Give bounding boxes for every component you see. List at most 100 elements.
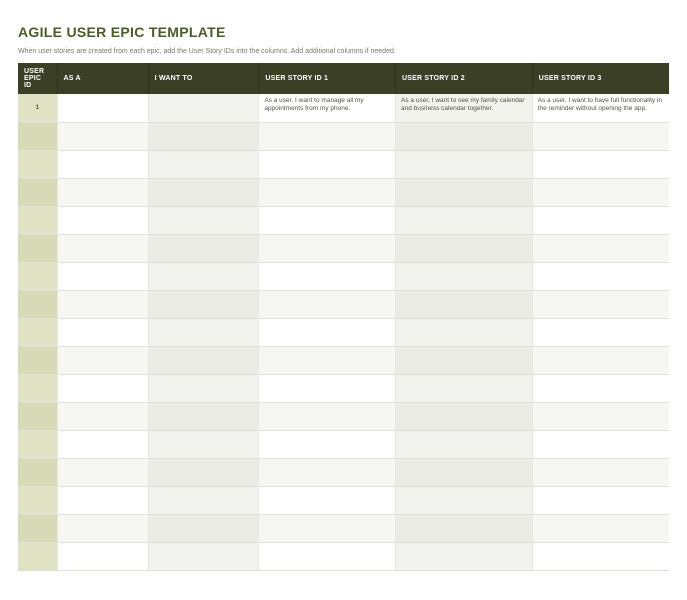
col-header-story-2: USER STORY ID 2 <box>396 63 533 94</box>
table-row <box>18 402 669 430</box>
table-row <box>18 150 669 178</box>
cell-epic-id <box>18 374 57 402</box>
cell-as-a <box>57 542 148 570</box>
table-row <box>18 542 669 570</box>
cell-as-a <box>57 374 148 402</box>
cell-story-1: As a user, I want to manage all my appoi… <box>259 94 396 122</box>
cell-epic-id <box>18 486 57 514</box>
cell-story-3 <box>532 514 669 542</box>
cell-story-1 <box>259 290 396 318</box>
cell-story-3 <box>532 234 669 262</box>
cell-story-1 <box>259 542 396 570</box>
table-row <box>18 318 669 346</box>
cell-story-2 <box>396 262 533 290</box>
cell-i-want-to <box>148 318 259 346</box>
cell-epic-id <box>18 206 57 234</box>
cell-story-3 <box>532 206 669 234</box>
cell-story-1 <box>259 514 396 542</box>
cell-as-a <box>57 178 148 206</box>
cell-as-a <box>57 318 148 346</box>
cell-story-3 <box>532 178 669 206</box>
cell-story-3 <box>532 290 669 318</box>
cell-as-a <box>57 458 148 486</box>
cell-story-3 <box>532 262 669 290</box>
table-row <box>18 122 669 150</box>
cell-epic-id <box>18 458 57 486</box>
cell-epic-id <box>18 346 57 374</box>
cell-story-2 <box>396 542 533 570</box>
cell-i-want-to <box>148 122 259 150</box>
cell-story-3 <box>532 402 669 430</box>
cell-story-2 <box>396 514 533 542</box>
cell-story-2: As a user, I want to see my family calen… <box>396 94 533 122</box>
cell-story-2 <box>396 458 533 486</box>
table-row <box>18 178 669 206</box>
cell-i-want-to <box>148 206 259 234</box>
table-row <box>18 262 669 290</box>
cell-story-2 <box>396 486 533 514</box>
cell-i-want-to <box>148 150 259 178</box>
cell-epic-id <box>18 290 57 318</box>
cell-story-1 <box>259 178 396 206</box>
cell-i-want-to <box>148 346 259 374</box>
cell-as-a <box>57 262 148 290</box>
table-row <box>18 514 669 542</box>
cell-i-want-to <box>148 290 259 318</box>
cell-story-2 <box>396 178 533 206</box>
cell-epic-id <box>18 122 57 150</box>
cell-as-a <box>57 346 148 374</box>
table-row <box>18 430 669 458</box>
cell-story-2 <box>396 402 533 430</box>
cell-as-a <box>57 430 148 458</box>
cell-story-1 <box>259 402 396 430</box>
table-header-row: USER EPIC ID AS A I WANT TO USER STORY I… <box>18 63 669 94</box>
cell-as-a <box>57 206 148 234</box>
cell-story-2 <box>396 290 533 318</box>
cell-story-1 <box>259 206 396 234</box>
cell-epic-id <box>18 402 57 430</box>
table-row <box>18 206 669 234</box>
cell-i-want-to <box>148 94 259 122</box>
cell-i-want-to <box>148 374 259 402</box>
cell-epic-id <box>18 318 57 346</box>
cell-epic-id <box>18 150 57 178</box>
cell-i-want-to <box>148 458 259 486</box>
cell-i-want-to <box>148 486 259 514</box>
cell-story-1 <box>259 150 396 178</box>
cell-story-1 <box>259 374 396 402</box>
cell-epic-id <box>18 262 57 290</box>
cell-story-3 <box>532 346 669 374</box>
cell-story-1 <box>259 430 396 458</box>
table-row <box>18 346 669 374</box>
cell-i-want-to <box>148 542 259 570</box>
cell-i-want-to <box>148 402 259 430</box>
cell-as-a <box>57 402 148 430</box>
cell-as-a <box>57 150 148 178</box>
cell-epic-id <box>18 234 57 262</box>
cell-story-3 <box>532 150 669 178</box>
cell-i-want-to <box>148 430 259 458</box>
cell-epic-id <box>18 430 57 458</box>
cell-story-1 <box>259 234 396 262</box>
col-header-i-want-to: I WANT TO <box>148 63 259 94</box>
cell-story-2 <box>396 318 533 346</box>
cell-i-want-to <box>148 514 259 542</box>
cell-story-2 <box>396 150 533 178</box>
cell-story-3 <box>532 122 669 150</box>
cell-epic-id <box>18 542 57 570</box>
cell-story-1 <box>259 458 396 486</box>
cell-i-want-to <box>148 234 259 262</box>
cell-epic-id <box>18 178 57 206</box>
cell-story-2 <box>396 346 533 374</box>
cell-epic-id: 1 <box>18 94 57 122</box>
col-header-as-a: AS A <box>57 63 148 94</box>
table-row <box>18 458 669 486</box>
cell-epic-id <box>18 514 57 542</box>
table-row <box>18 374 669 402</box>
table-row: 1 As a user, I want to manage all my appo… <box>18 94 669 122</box>
cell-story-3 <box>532 542 669 570</box>
cell-as-a <box>57 514 148 542</box>
cell-story-1 <box>259 346 396 374</box>
col-header-story-3: USER STORY ID 3 <box>532 63 669 94</box>
table-row <box>18 234 669 262</box>
